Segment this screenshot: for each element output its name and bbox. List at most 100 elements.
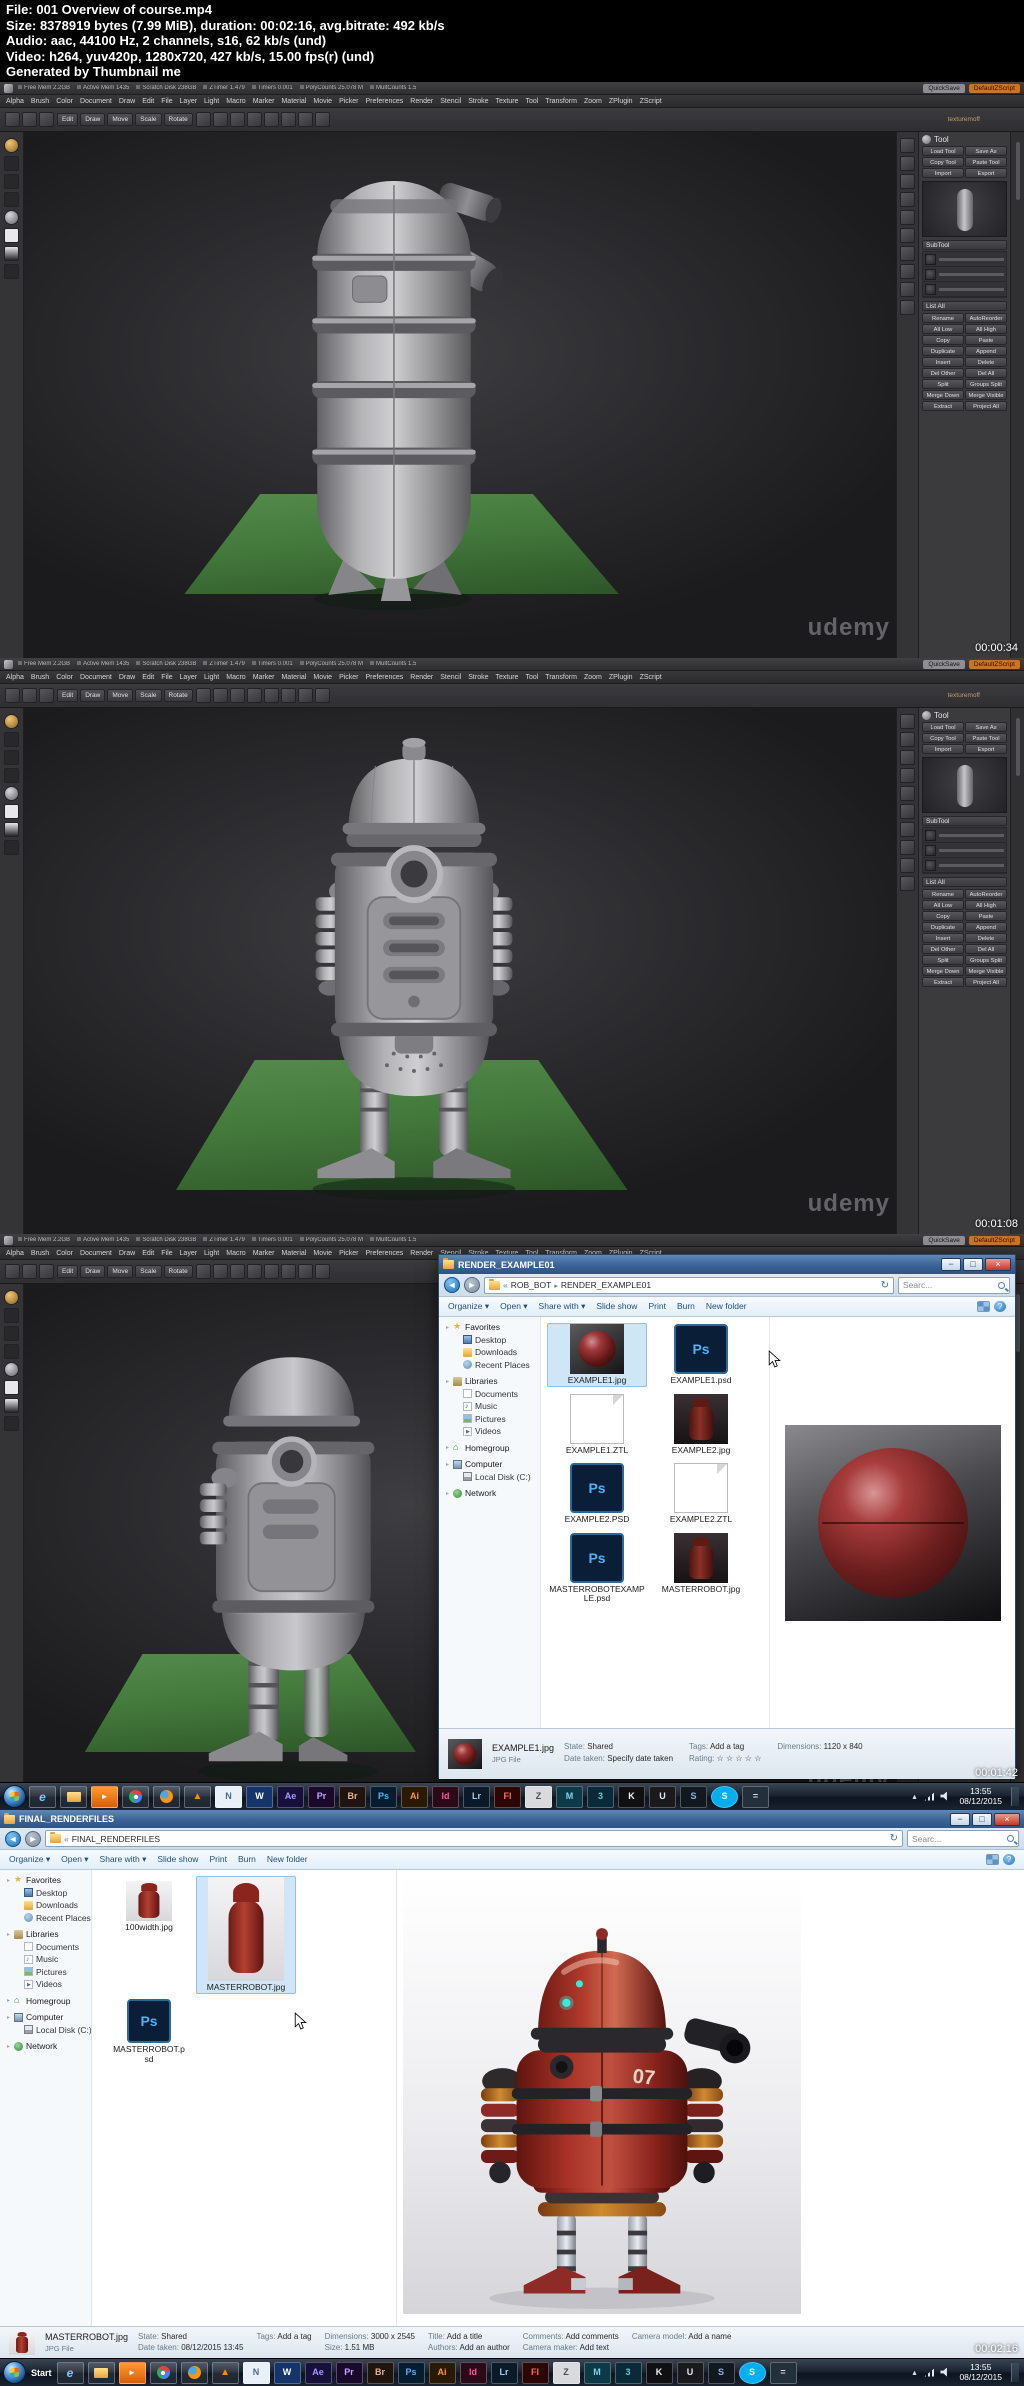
texture-thumb-icon[interactable] [280,688,296,703]
menu-item[interactable]: Brush [31,674,49,681]
local-symmetry-icon[interactable] [900,822,915,837]
photoshop-icon[interactable]: Ps [397,2361,425,2384]
subtool-button[interactable]: All Low [922,324,964,334]
file-tile[interactable]: EXAMPLE2.ZTL [651,1462,751,1526]
menu-item[interactable]: Stencil [440,98,461,105]
menu-item[interactable]: Render [410,1250,433,1257]
subtool-header[interactable]: SubTool [922,240,1007,250]
after-effects-icon[interactable]: Ae [304,2361,332,2384]
subtool-button[interactable]: Split [922,379,964,389]
menu-item[interactable]: File [161,674,172,681]
alpha-thumb-icon[interactable] [297,688,313,703]
quicksave-button[interactable]: QuickSave [923,659,965,669]
file-tile[interactable]: EXAMPLE2.jpg [651,1393,751,1457]
file-tile[interactable]: Ps MASTERROBOT.psd [110,1998,188,2065]
menu-item[interactable]: Zoom [584,674,602,681]
subtool-button[interactable]: Merge Visible [965,390,1007,400]
subtool-slot-1[interactable] [923,252,1006,267]
file-tile[interactable]: EXAMPLE1.jpg [547,1323,647,1387]
menu-item[interactable]: Draw [119,674,135,681]
menu-item[interactable]: Light [204,674,219,681]
file-tile[interactable]: MASTERROBOT.jpg [196,1876,296,1994]
menu-item[interactable]: Color [56,98,73,105]
breadcrumb-overflow[interactable]: « [503,1280,508,1290]
lightbox-icon[interactable] [22,688,37,703]
menu-item[interactable]: Transform [545,98,577,105]
subtool-header[interactable]: SubTool [922,816,1007,826]
minimize-button[interactable] [941,1258,961,1271]
media-player-icon[interactable]: ► [91,1785,118,1808]
tool-button[interactable]: Paste Tool [965,733,1007,743]
stroke-icon[interactable] [4,732,19,747]
menu-item[interactable]: Document [80,98,112,105]
start-label[interactable]: Start [31,2368,52,2378]
color-gradient-swatch[interactable] [4,822,19,837]
stroke-thumb-icon[interactable] [314,1264,330,1279]
scale-button[interactable]: Scale [135,113,162,126]
color-gradient-swatch[interactable] [4,246,19,261]
subtool-slot-3[interactable] [923,858,1006,873]
indesign-icon[interactable]: Id [432,1785,459,1808]
media-player-icon[interactable]: ► [118,2361,146,2384]
menu-item[interactable]: Render [410,98,433,105]
quicksketch-icon[interactable] [39,688,54,703]
material-thumb-icon[interactable] [263,1264,279,1279]
indesign-icon[interactable]: Id [459,2361,487,2384]
file-tile[interactable]: Ps EXAMPLE1.psd [651,1323,751,1387]
word-icon[interactable]: W [246,1785,273,1808]
calculator-icon[interactable]: = [769,2361,797,2384]
photoshop-icon[interactable]: Ps [370,1785,397,1808]
menu-item[interactable]: Zoom [584,98,602,105]
subtool-button[interactable]: Duplicate [922,346,964,356]
command-bar-item[interactable]: Share with ▾ [100,1854,147,1865]
tool-button[interactable]: Save As [965,146,1007,156]
nav-item[interactable]: Favorites [441,1321,538,1334]
tool-button[interactable]: Load Tool [922,146,964,156]
perspective-icon[interactable] [900,210,915,225]
windows-explorer-icon[interactable] [87,2361,115,2384]
scale-button[interactable]: Scale [135,689,162,702]
close-button[interactable] [994,1812,1020,1826]
texture-icon[interactable] [4,1344,19,1359]
tray-scrollbar[interactable] [1010,132,1024,658]
premiere-icon[interactable]: Pr [335,2361,363,2384]
menu-item[interactable]: Alpha [6,1250,24,1257]
address-bar[interactable]: « FINAL_RENDERFILES [45,1830,903,1847]
transparency-icon[interactable] [900,840,915,855]
3ds-max-icon[interactable]: 3 [587,1785,614,1808]
menu-item[interactable]: Tool [525,674,538,681]
file-tile[interactable]: MASTERROBOT.jpg [651,1532,751,1605]
aa-half-icon[interactable] [900,768,915,783]
tool-button[interactable]: Save As [965,722,1007,732]
tool-button[interactable]: Import [922,168,964,178]
nav-item[interactable]: Music [441,1400,538,1413]
chrome-icon[interactable] [149,2361,177,2384]
nav-item[interactable]: Pictures [441,1413,538,1426]
menu-item[interactable]: Render [410,674,433,681]
bridge-icon[interactable]: Br [339,1785,366,1808]
skype-icon[interactable]: S [738,2361,766,2384]
subtool-button[interactable]: Project All [965,401,1007,411]
subtool-button[interactable]: Delete [965,357,1007,367]
active-tool-thumbnail[interactable] [922,181,1007,237]
nav-item[interactable]: Music [2,1953,89,1966]
floor-grid-icon[interactable] [900,228,915,243]
volume-tray-icon[interactable] [940,2367,947,2377]
solo-icon[interactable] [900,876,915,891]
steam-icon[interactable]: S [707,2361,735,2384]
actual-size-icon[interactable] [900,750,915,765]
menu-item[interactable]: Color [56,1250,73,1257]
refresh-icon[interactable] [890,1833,898,1844]
menu-item[interactable]: Material [281,98,306,105]
subtool-button[interactable]: AutoReorder [965,889,1007,899]
nav-item[interactable]: Documents [441,1388,538,1401]
internet-explorer-icon[interactable]: e [56,2361,84,2384]
menu-item[interactable]: Light [204,1250,219,1257]
matcap-icon[interactable] [229,112,245,127]
default-zscript-button[interactable]: DefaultZScript [968,83,1020,93]
move-button[interactable]: Move [107,113,134,126]
symmetry-icon[interactable] [195,1264,211,1279]
solo-icon[interactable] [900,300,915,315]
color-swatch-main[interactable] [4,228,19,243]
forward-button[interactable]: ► [25,1830,41,1847]
